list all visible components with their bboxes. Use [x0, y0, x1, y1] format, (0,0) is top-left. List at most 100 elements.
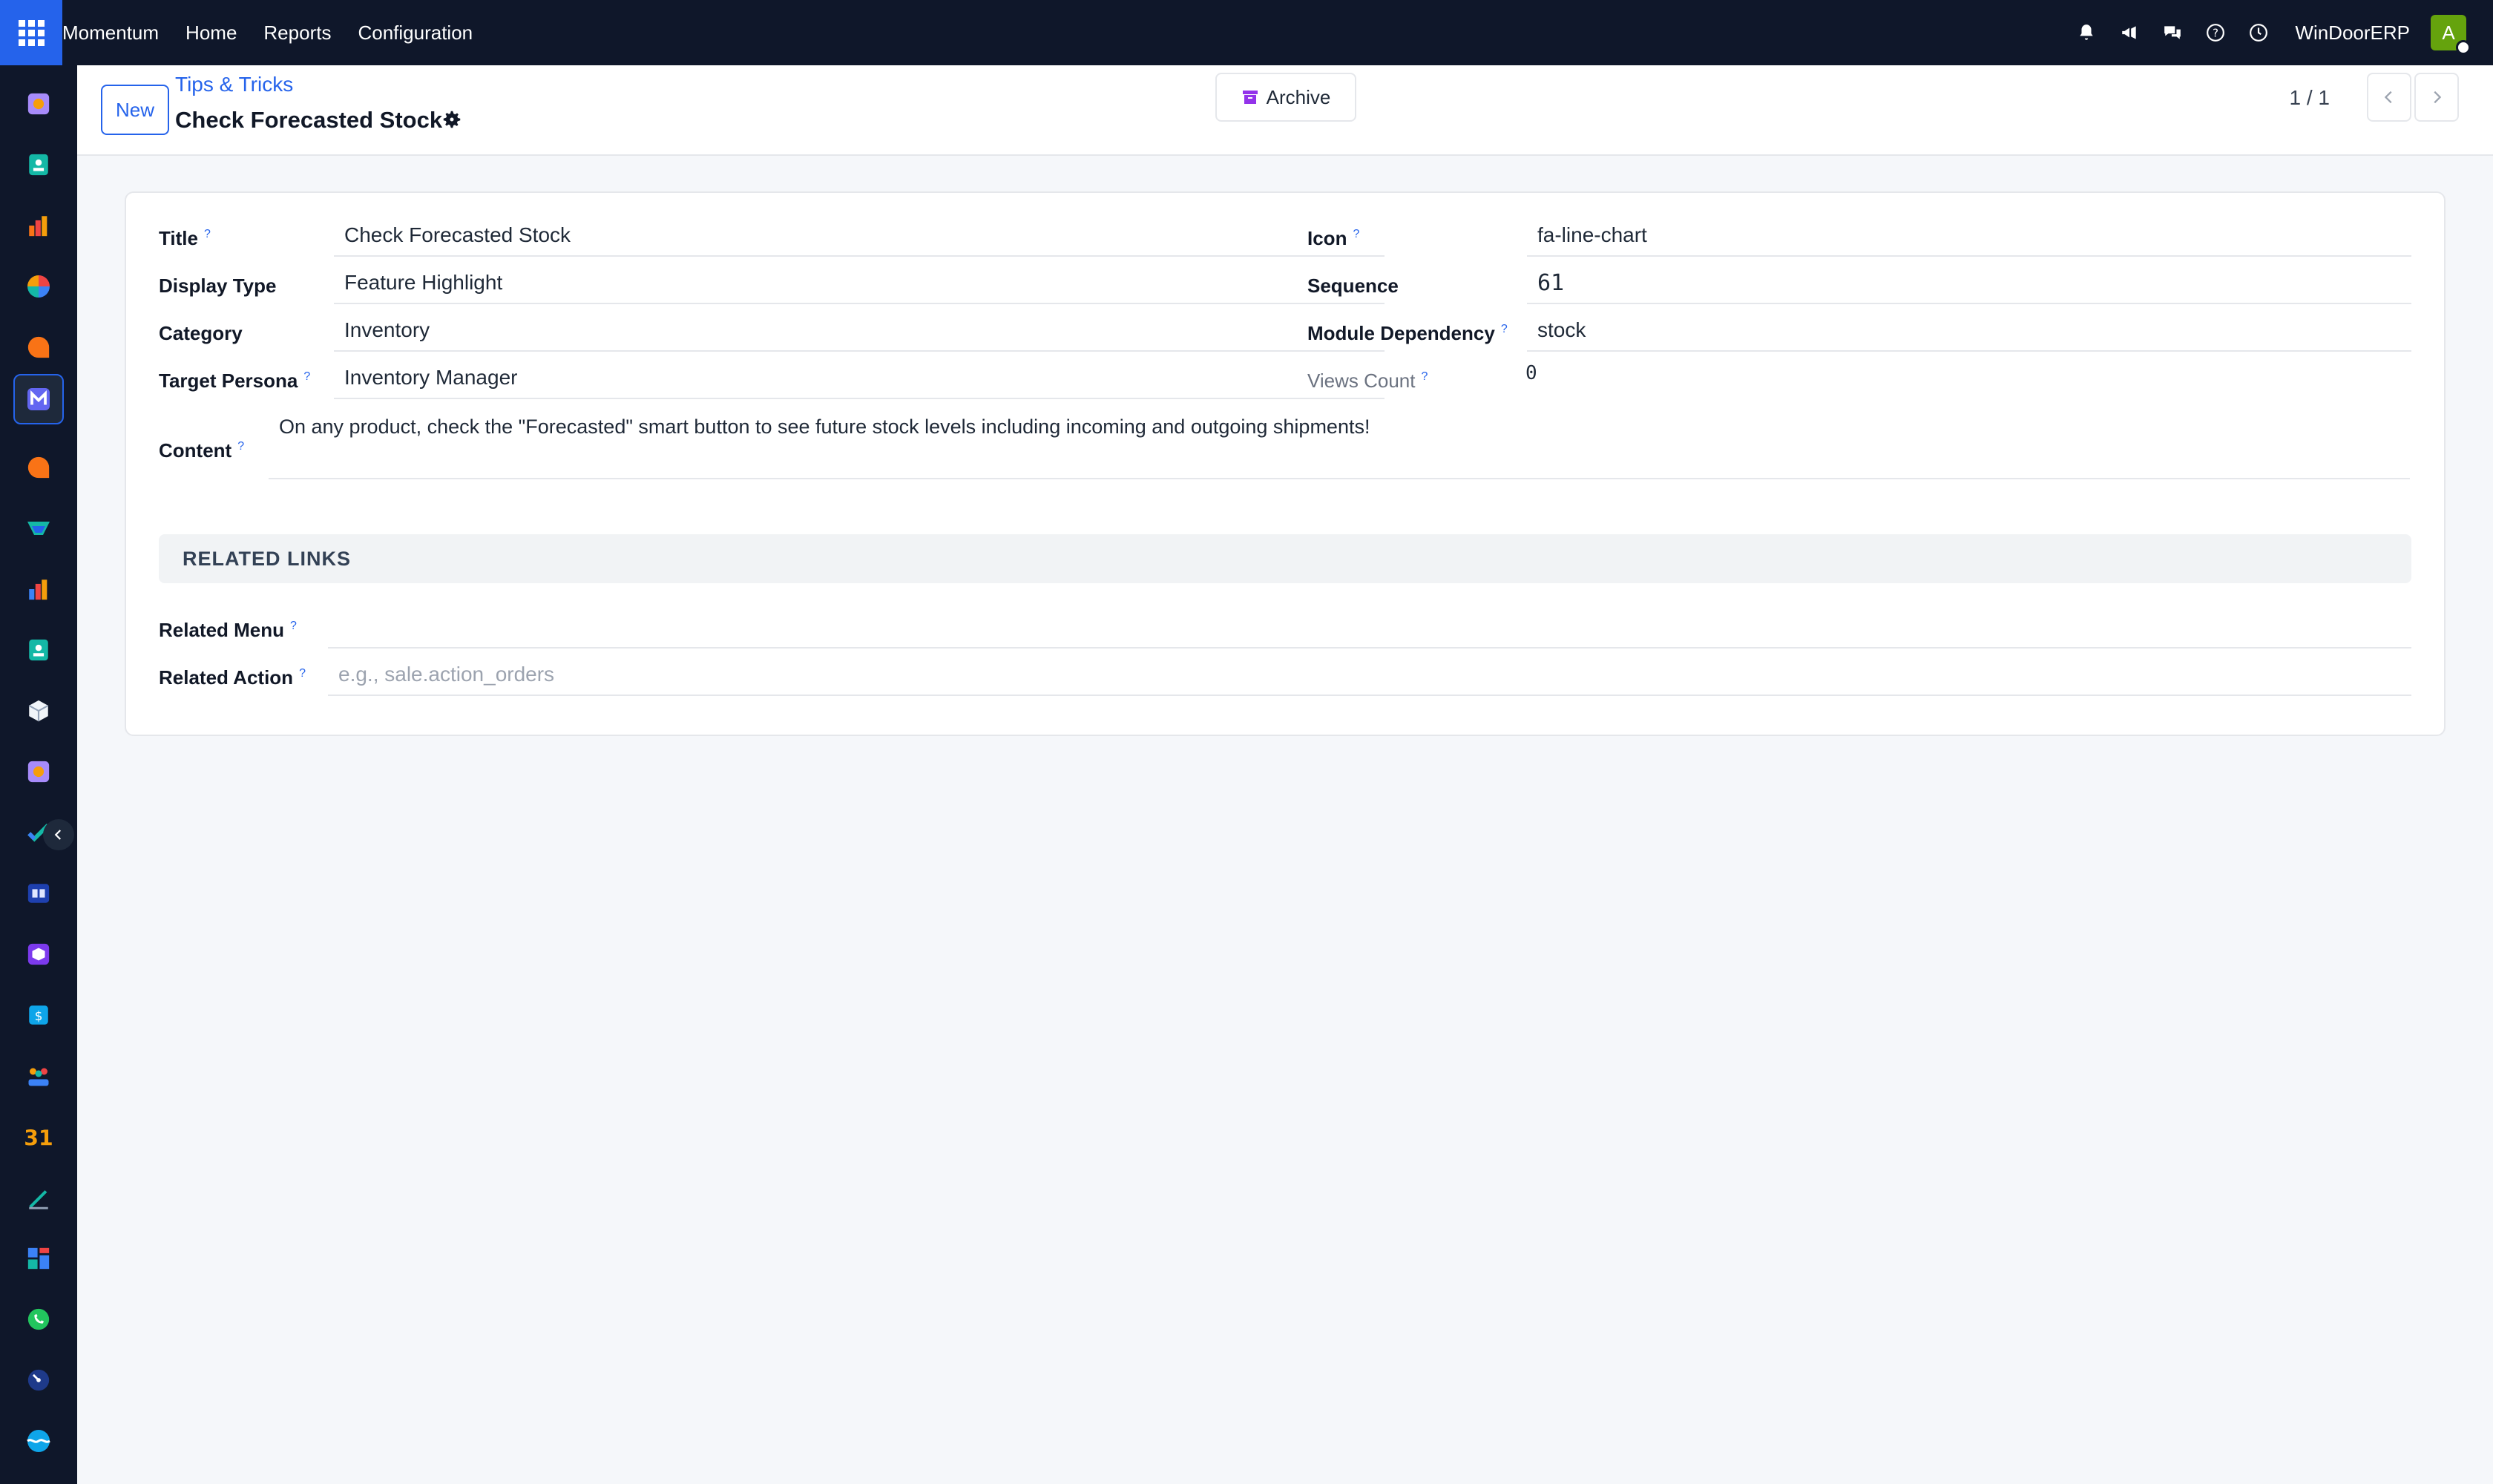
- chevron-left-icon: [54, 830, 62, 840]
- chat-bubble-icon: [27, 336, 50, 358]
- sidebar-app-17[interactable]: [13, 1051, 64, 1101]
- control-panel: New Tips & Tricks Check Forecasted Stock…: [77, 65, 2493, 156]
- help-marker: ?: [1500, 323, 1508, 336]
- menu-configuration[interactable]: Configuration: [358, 22, 473, 45]
- sidebar-app-21[interactable]: [13, 1294, 64, 1345]
- chat-icon[interactable]: [2161, 22, 2184, 44]
- gear-icon[interactable]: [441, 108, 463, 131]
- chat-bubble-icon: [27, 456, 50, 479]
- form-sheet: Title? Check Forecasted Stock Display Ty…: [125, 191, 2446, 736]
- sidebar-app-23[interactable]: [13, 1416, 64, 1466]
- views-count-label: Views Count?: [1307, 370, 1428, 392]
- bar-chart-icon: [29, 216, 47, 237]
- bar-chart-icon: [29, 580, 47, 600]
- clock-icon[interactable]: [2247, 22, 2270, 44]
- sidebar-app-22[interactable]: [13, 1355, 64, 1405]
- chevron-right-icon: [2434, 91, 2442, 104]
- people-icon: [28, 1068, 49, 1086]
- book-icon: [27, 884, 50, 903]
- sidebar-app-4[interactable]: [13, 261, 64, 312]
- views-count-value: 0: [1525, 362, 1537, 384]
- pager-previous-button[interactable]: [2367, 73, 2411, 122]
- sidebar-app-10[interactable]: [13, 625, 64, 675]
- help-marker: ?: [203, 228, 211, 241]
- shipping-icon: [27, 522, 50, 535]
- avatar-letter: A: [2442, 21, 2455, 44]
- dashboard-icon: [27, 1247, 50, 1270]
- help-marker: ?: [290, 620, 297, 633]
- help-marker: ?: [1353, 228, 1360, 241]
- display-type-field[interactable]: Feature Highlight: [334, 263, 1385, 304]
- company-name[interactable]: WinDoorERP: [2295, 22, 2410, 45]
- title-label: Title?: [159, 227, 211, 249]
- app-sidebar: $ 31: [0, 65, 77, 1484]
- sidebar-app-9[interactable]: [13, 564, 64, 614]
- megaphone-icon[interactable]: [2118, 22, 2141, 44]
- svg-text:?: ?: [2213, 26, 2218, 39]
- sign-icon: [29, 1190, 48, 1209]
- sequence-field[interactable]: 61: [1527, 263, 2411, 304]
- sidebar-app-8[interactable]: [13, 503, 64, 554]
- new-button[interactable]: New: [101, 85, 169, 135]
- sidebar-collapse-button[interactable]: [43, 819, 74, 850]
- display-type-label: Display Type: [159, 275, 277, 297]
- top-navbar: Momentum Home Reports Configuration ? Wi…: [0, 0, 2493, 65]
- sidebar-app-6-active[interactable]: [13, 374, 64, 424]
- pie-icon: [27, 275, 50, 298]
- title-field[interactable]: Check Forecasted Stock: [334, 215, 1385, 257]
- chevron-left-icon: [2384, 91, 2392, 104]
- help-marker: ?: [303, 370, 311, 384]
- sidebar-app-15[interactable]: [13, 929, 64, 979]
- sidebar-app-7[interactable]: [13, 442, 64, 493]
- help-marker: ?: [299, 667, 306, 680]
- sidebar-app-11[interactable]: [13, 686, 64, 736]
- icon-field[interactable]: fa-line-chart: [1527, 215, 2411, 257]
- sidebar-app-1[interactable]: [13, 79, 64, 129]
- whatsapp-icon: [27, 1308, 50, 1330]
- sidebar-app-16[interactable]: $: [13, 990, 64, 1040]
- content-label: Content?: [159, 439, 245, 462]
- archive-button[interactable]: Archive: [1215, 73, 1356, 122]
- related-menu-field[interactable]: [328, 607, 2411, 649]
- user-avatar[interactable]: A: [2431, 15, 2471, 55]
- box-icon: [27, 943, 50, 965]
- gauge-icon: [27, 1369, 50, 1391]
- sidebar-app-20[interactable]: [13, 1233, 64, 1284]
- breadcrumb[interactable]: Tips & Tricks: [175, 73, 293, 96]
- sidebar-app-3[interactable]: [13, 200, 64, 251]
- sidebar-app-18[interactable]: 31: [13, 1112, 64, 1162]
- related-links-section: RELATED LINKS: [159, 534, 2411, 583]
- bell-icon[interactable]: [2075, 22, 2098, 44]
- archive-icon: [1242, 91, 1258, 104]
- systray: ? WinDoorERP A: [2075, 0, 2471, 65]
- content-field[interactable]: On any product, check the "Forecasted" s…: [269, 408, 2410, 479]
- category-field[interactable]: Inventory: [334, 310, 1385, 352]
- module-dependency-label: Module Dependency?: [1307, 322, 1508, 344]
- help-marker: ?: [237, 440, 245, 453]
- app-icon: [27, 93, 50, 115]
- sidebar-app-14[interactable]: [13, 868, 64, 919]
- related-action-label: Related Action?: [159, 666, 306, 689]
- icon-label: Icon?: [1307, 227, 1360, 249]
- pager-value[interactable]: 1 / 1: [2290, 86, 2330, 110]
- pager-next-button[interactable]: [2414, 73, 2459, 122]
- related-action-field[interactable]: e.g., sale.action_orders: [328, 654, 2411, 696]
- app-brand[interactable]: Momentum: [62, 22, 159, 45]
- sidebar-app-2[interactable]: [13, 139, 64, 190]
- category-label: Category: [159, 322, 243, 344]
- status-dot: [2456, 40, 2471, 55]
- target-persona-field[interactable]: Inventory Manager: [334, 358, 1385, 399]
- sidebar-app-19[interactable]: [13, 1172, 64, 1223]
- menu-reports[interactable]: Reports: [263, 22, 331, 45]
- app-switcher-button[interactable]: [0, 0, 62, 65]
- help-icon[interactable]: ?: [2204, 22, 2227, 44]
- wave-icon: [27, 1430, 50, 1452]
- menu-home[interactable]: Home: [185, 22, 237, 45]
- module-dependency-field[interactable]: stock: [1527, 310, 2411, 352]
- sidebar-app-5[interactable]: [13, 322, 64, 372]
- related-menu-label: Related Menu?: [159, 619, 297, 641]
- svg-text:$: $: [35, 1009, 43, 1024]
- cube-icon: [28, 700, 49, 722]
- sidebar-app-12[interactable]: [13, 746, 64, 797]
- app-icon: [27, 761, 50, 783]
